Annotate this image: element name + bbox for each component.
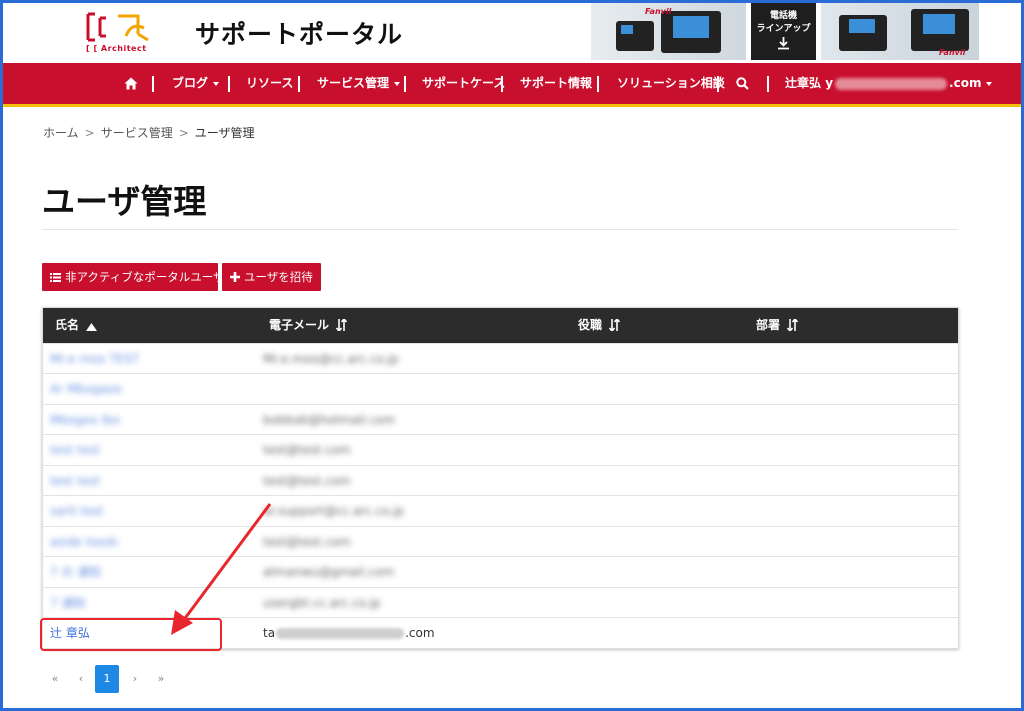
browser-frame: [ [ Architect サポートポータル Fanvil 電話機 ラインアップ… (3, 3, 1021, 708)
search-icon[interactable] (736, 77, 749, 90)
annotation-highlight-box (40, 618, 222, 651)
table-row: sarit test ar.support@cc.arc.co.jp (43, 495, 958, 525)
list-icon (50, 273, 61, 282)
main-nav: ブログ リソース サービス管理 サポートケース サポート情報 ソリューション相談… (3, 63, 1021, 107)
user-name-link[interactable]: 7 通知 (50, 588, 85, 618)
redacted-email (835, 77, 948, 90)
nav-separator (298, 76, 300, 92)
nav-item-support-info[interactable]: サポート情報 (520, 63, 592, 104)
nav-separator (404, 76, 406, 92)
nav-item-support-cases[interactable]: サポートケース (422, 63, 505, 104)
redacted-email (276, 628, 405, 639)
user-name-link[interactable]: test test (50, 435, 100, 465)
home-icon[interactable] (124, 77, 138, 90)
breadcrumb-service[interactable]: サービス管理 (101, 126, 173, 140)
inactive-users-label: 非アクティブなポータルユーザ (65, 270, 225, 284)
desk-phone-image (911, 9, 969, 51)
sort-icon (787, 319, 799, 331)
title-divider (42, 229, 958, 230)
user-name-link[interactable]: sarit test (50, 496, 103, 526)
user-name-link[interactable]: Mr.e moo TEST (50, 344, 139, 374)
desk-phone-image (616, 21, 654, 51)
user-email: test@test.com (263, 443, 351, 457)
sort-asc-icon (86, 323, 98, 331)
nav-separator (717, 76, 719, 92)
desk-phone-image (839, 15, 887, 51)
table-row: Mbogoo Ibo bobbob@hotmail.com (43, 404, 958, 434)
user-email: usergbt.cc.arc.co.jp (263, 596, 381, 610)
table-row: Mr.e moo TEST Mr.e.moo@cc.arc.co.jp (43, 343, 958, 373)
breadcrumb-separator: > (84, 126, 95, 140)
table-row: 7 通知 usergbt.cc.arc.co.jp (43, 587, 958, 617)
table-row: test test test@test.com (43, 465, 958, 495)
user-email: test@test.com (263, 535, 351, 549)
sort-icon (609, 319, 621, 331)
table-header: 氏名 電子メール 役職 部署 (43, 308, 958, 343)
logo-mark-icon (86, 12, 149, 42)
banner-lineup[interactable]: 電話機 ラインアップ (751, 3, 816, 60)
user-name-link[interactable]: test test (50, 466, 100, 496)
banner-phones-left[interactable]: Fanvil (591, 3, 746, 60)
user-email: Mr.e.moo@cc.arc.co.jp (263, 352, 399, 366)
nav-item-service-management[interactable]: サービス管理 (317, 63, 401, 104)
page-first[interactable]: « (43, 665, 67, 693)
nav-item-solution-consult[interactable]: ソリューション相談 (617, 63, 725, 104)
table-row: aside toodc test@test.com (43, 526, 958, 556)
user-name-link[interactable]: aside toodc (50, 527, 119, 557)
page-last[interactable]: » (149, 665, 173, 693)
user-email: atmanwu@gmail.com (263, 565, 394, 579)
table-row: Ar Mbogaoo (43, 373, 958, 403)
table-row: test test test@test.com (43, 434, 958, 464)
breadcrumb-current: ユーザ管理 (194, 126, 255, 140)
table-row: 7 の 通知 atmanwu@gmail.com (43, 556, 958, 586)
site-header: [ [ Architect サポートポータル Fanvil 電話機 ラインアップ… (3, 3, 1021, 63)
user-email: ta .com (263, 626, 435, 640)
sort-icon (336, 319, 348, 331)
column-header-role[interactable]: 役職 (578, 308, 621, 343)
breadcrumb: ホーム > サービス管理 > ユーザ管理 (43, 124, 261, 141)
download-icon (778, 37, 789, 50)
invite-user-label: ユーザを招待 (244, 270, 313, 284)
product-banner[interactable]: Fanvil 電話機 ラインアップ Fanvil (591, 3, 979, 60)
user-name-link[interactable]: Ar Mbogaoo (50, 374, 122, 404)
breadcrumb-separator: > (178, 126, 189, 140)
caret-down-icon (213, 81, 220, 86)
page-prev[interactable]: ‹ (69, 665, 93, 693)
caret-down-icon (394, 81, 401, 86)
nav-separator (767, 76, 769, 92)
user-email: bobbob@hotmail.com (263, 413, 395, 427)
breadcrumb-home[interactable]: ホーム (43, 126, 79, 140)
logo-wordmark: [ [ Architect (86, 44, 147, 53)
user-email: ar.support@cc.arc.co.jp (263, 504, 405, 518)
brand-label: Fanvil (939, 48, 966, 57)
column-header-email[interactable]: 電子メール (269, 308, 348, 343)
nav-separator (152, 76, 154, 92)
column-header-name[interactable]: 氏名 (55, 308, 98, 343)
portal-title: サポートポータル (195, 20, 404, 49)
users-table: 氏名 電子メール 役職 部署 Mr.e moo TEST Mr.e.moo@cc… (42, 307, 959, 649)
user-email: test@test.com (263, 474, 351, 488)
user-menu[interactable]: 辻章弘 y .com (785, 63, 993, 104)
nav-separator (228, 76, 230, 92)
banner-phones-right[interactable]: Fanvil (821, 3, 979, 60)
page-next[interactable]: › (123, 665, 147, 693)
user-name-link[interactable]: Mbogoo Ibo (50, 405, 120, 435)
banner-line1: 電話機 (769, 11, 797, 21)
plus-icon (230, 272, 240, 282)
page-current[interactable]: 1 (95, 665, 119, 693)
nav-separator (501, 76, 503, 92)
site-logo[interactable]: [ [ Architect (86, 12, 156, 56)
inactive-users-dropdown-button[interactable]: 非アクティブなポータルユーザ (42, 263, 236, 291)
nav-item-blog[interactable]: ブログ (172, 63, 220, 104)
nav-separator (597, 76, 599, 92)
invite-user-button[interactable]: ユーザを招待 (222, 263, 321, 291)
caret-down-icon (986, 81, 993, 86)
banner-line2: ラインアップ (756, 24, 811, 34)
brand-label: Fanvil (645, 7, 672, 16)
page-title: ユーザ管理 (42, 182, 207, 221)
desk-phone-image (661, 11, 721, 53)
column-header-department[interactable]: 部署 (756, 308, 799, 343)
user-name-link[interactable]: 7 の 通知 (50, 557, 101, 587)
nav-item-resources[interactable]: リソース (246, 63, 293, 104)
